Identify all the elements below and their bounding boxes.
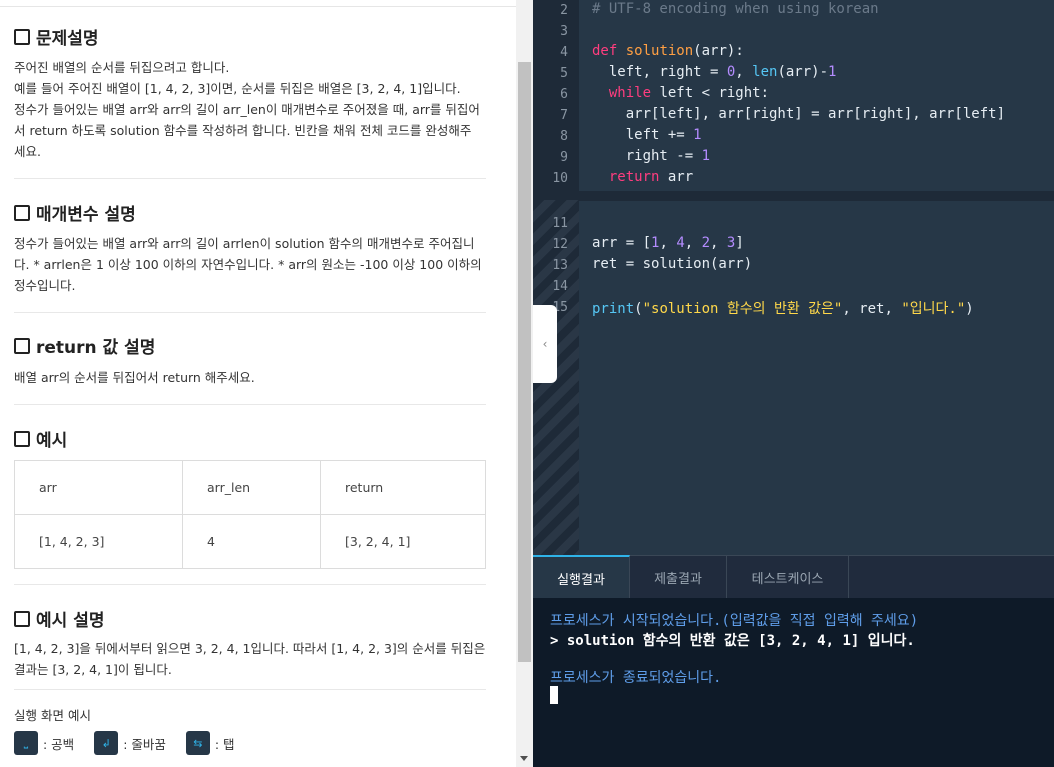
code-line[interactable]: while left < right: xyxy=(592,85,769,101)
code-line[interactable]: # UTF-8 encoding when using korean xyxy=(592,1,879,17)
return-description: 배열 arr의 순서를 뒤집어서 return 해주세요. xyxy=(14,370,255,385)
divider xyxy=(14,689,486,690)
line-number: 14 xyxy=(552,279,568,294)
checkbox-outline-icon xyxy=(14,430,30,447)
checkbox-outline-icon xyxy=(14,204,30,221)
panel-collapse-toggle[interactable]: ‹ xyxy=(533,305,557,383)
code-line[interactable]: print("solution 함수의 반환 값은", ret, "입니다.") xyxy=(592,298,974,318)
line-number: 10 xyxy=(552,171,568,186)
divider xyxy=(14,584,486,585)
console-output[interactable]: 프로세스가 시작되었습니다.(입력값을 직접 입력해 주세요) > soluti… xyxy=(533,598,1054,767)
console-end-message: 프로세스가 종료되었습니다. xyxy=(550,670,722,686)
code-line[interactable]: arr[left], arr[right] = arr[right], arr[… xyxy=(592,106,1005,122)
line-number: 3 xyxy=(560,24,568,39)
code-line[interactable]: return arr xyxy=(592,169,693,185)
line-number: 8 xyxy=(560,129,568,144)
problem-description: 주어진 배열의 순서를 뒤집으려고 합니다. 예를 들어 주어진 배열이 [1,… xyxy=(14,60,480,159)
example-heading: 예시 xyxy=(14,426,67,451)
table-header-cell: return xyxy=(320,460,486,515)
line-number: 12 xyxy=(552,237,568,252)
tab-submit-result[interactable]: 제출결과 xyxy=(630,556,727,599)
line-number: 9 xyxy=(560,150,568,165)
result-tabs: 실행결과 제출결과 테스트케이스 xyxy=(533,555,1054,600)
readonly-separator xyxy=(579,191,1054,201)
parameter-description: 정수가 들어있는 배열 arr와 arr의 길이 arrlen이 solutio… xyxy=(14,236,482,293)
tab-run-result[interactable]: 실행결과 xyxy=(533,555,630,600)
line-number: 6 xyxy=(560,87,568,102)
checkbox-outline-icon xyxy=(14,28,30,45)
top-divider xyxy=(0,0,516,7)
table-cell: 4 xyxy=(182,514,321,569)
divider xyxy=(14,178,486,179)
return-heading: return 값 설명 xyxy=(14,333,155,358)
scroll-down-arrow-icon[interactable] xyxy=(520,756,528,761)
divider xyxy=(14,404,486,405)
tab-icon: ⇆ xyxy=(185,731,210,755)
problem-panel: 문제설명 주어진 배열의 순서를 뒤집으려고 합니다. 예를 들어 주어진 배열… xyxy=(0,0,516,767)
legend-tab: ⇆ : 탭 xyxy=(185,731,235,755)
table-row: [1, 4, 2, 3] 4 [3, 2, 4, 1] xyxy=(14,514,486,569)
table-cell: [3, 2, 4, 1] xyxy=(320,514,486,569)
legend-newline: ↲ : 줄바꿈 xyxy=(94,731,166,755)
table-header-cell: arr xyxy=(14,460,183,515)
line-number: 13 xyxy=(552,258,568,273)
console-cursor xyxy=(550,686,558,704)
checkbox-outline-icon xyxy=(14,610,30,627)
table-header-cell: arr_len xyxy=(182,460,321,515)
problem-scrollbar[interactable] xyxy=(516,0,533,767)
legend-space: ⎵ : 공백 xyxy=(14,731,74,755)
code-line[interactable]: left += 1 xyxy=(592,127,702,143)
scrollbar-thumb[interactable] xyxy=(518,62,531,662)
code-line[interactable]: right -= 1 xyxy=(592,148,710,164)
run-example-label: 실행 화면 예시 xyxy=(14,708,91,723)
example-explanation: [1, 4, 2, 3]을 뒤에서부터 읽으면 3, 2, 4, 1입니다. 따… xyxy=(14,641,486,677)
example-table: arr arr_len return [1, 4, 2, 3] 4 [3, 2,… xyxy=(14,460,486,569)
line-number: 5 xyxy=(560,66,568,81)
problem-description-heading: 문제설명 xyxy=(14,24,99,49)
code-line[interactable]: left, right = 0, len(arr)-1 xyxy=(592,64,837,80)
line-number: 7 xyxy=(560,108,568,123)
checkbox-outline-icon xyxy=(14,337,30,354)
console-output-line: > solution 함수의 반환 값은 [3, 2, 4, 1] 입니다. xyxy=(550,633,915,649)
code-line[interactable]: arr = [1, 4, 2, 3] xyxy=(592,235,744,251)
line-number: 2 xyxy=(560,3,568,18)
line-number: 4 xyxy=(560,45,568,60)
newline-icon: ↲ xyxy=(94,731,119,755)
divider xyxy=(14,312,486,313)
line-number: 11 xyxy=(552,216,568,231)
table-header-row: arr arr_len return xyxy=(14,460,486,515)
code-line[interactable]: ret = solution(arr) xyxy=(592,256,752,272)
example-explanation-heading: 예시 설명 xyxy=(14,606,104,631)
line-number-gutter: 2 3 4 5 6 7 8 9 10 11 12 13 14 15 xyxy=(533,0,579,555)
table-cell: [1, 4, 2, 3] xyxy=(14,514,183,569)
space-icon: ⎵ xyxy=(14,731,38,755)
tab-test-cases[interactable]: 테스트케이스 xyxy=(727,556,849,599)
console-start-message: 프로세스가 시작되었습니다.(입력값을 직접 입력해 주세요) xyxy=(550,613,919,629)
parameter-heading: 매개변수 설명 xyxy=(14,200,136,225)
chevron-left-icon: ‹ xyxy=(542,337,548,351)
editor-panel: 2 3 4 5 6 7 8 9 10 11 12 13 14 15 # UTF-… xyxy=(533,0,1054,767)
whitespace-legend: ⎵ : 공백 ↲ : 줄바꿈 ⇆ : 탭 xyxy=(14,731,255,755)
code-line[interactable]: def solution(arr): xyxy=(592,43,744,59)
